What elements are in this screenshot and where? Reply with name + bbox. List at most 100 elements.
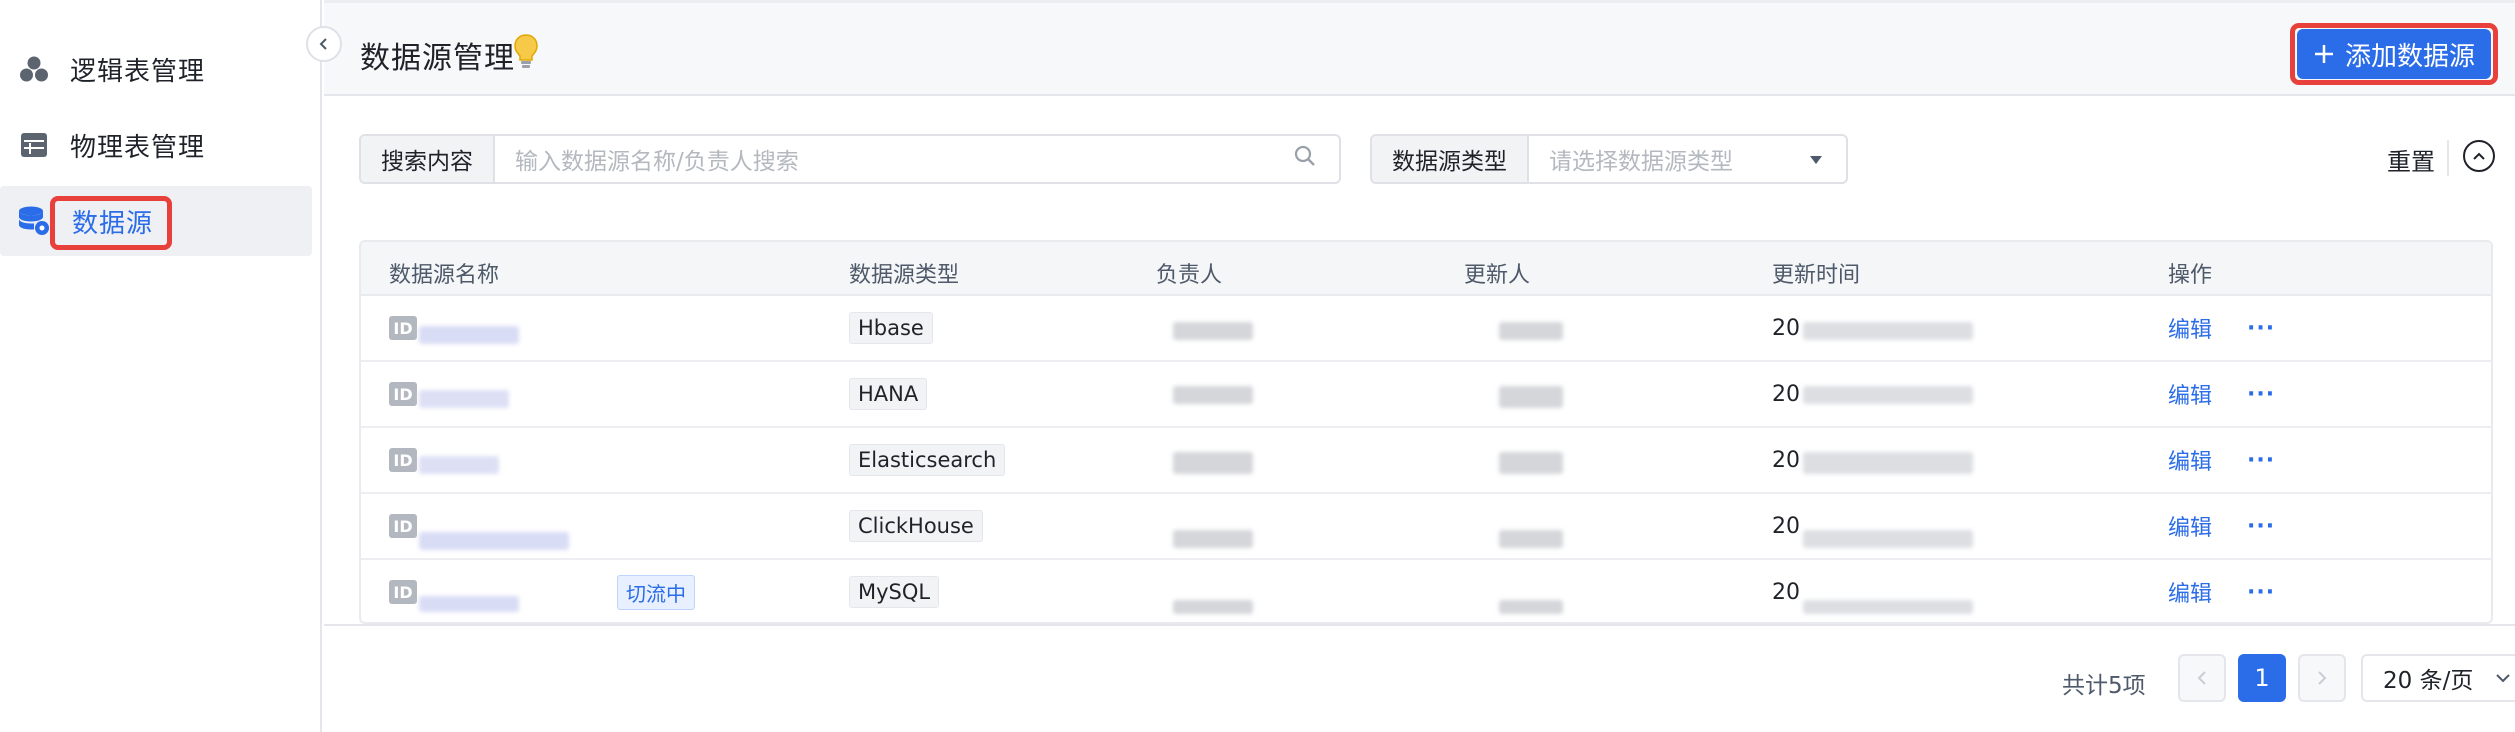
reset-button[interactable]: 重置	[2387, 142, 2435, 177]
caret-down-icon	[1808, 146, 1824, 172]
datasource-table: 数据源名称 数据源类型 负责人 更新人 更新时间 操作 ID Hbase 20 …	[359, 240, 2493, 624]
type-tag: ClickHouse	[849, 510, 983, 542]
table-icon	[16, 127, 52, 163]
type-label: 数据源类型	[1372, 136, 1529, 182]
redacted-updater	[1499, 600, 1563, 614]
type-tag: Elasticsearch	[849, 444, 1006, 476]
database-icon	[16, 203, 52, 239]
id-badge: ID	[389, 316, 417, 340]
type-placeholder: 请选择数据源类型	[1549, 149, 1733, 175]
redacted-name	[419, 532, 569, 550]
total-count: 共计5项	[2062, 673, 2146, 699]
table-row[interactable]: ID ClickHouse 20 编辑 ···	[361, 494, 2491, 560]
redacted-updater	[1499, 386, 1563, 408]
add-datasource-button[interactable]: 添加数据源	[2297, 29, 2491, 79]
sidebar-item-physical-tables[interactable]: 物理表管理	[0, 110, 312, 180]
table-row[interactable]: ID Elasticsearch 20 编辑 ···	[361, 428, 2491, 494]
table-row[interactable]: ID 切流中 MySQL 20 编辑 ···	[361, 560, 2491, 622]
update-time-prefix: 20	[1772, 579, 1800, 605]
highlight-box-datasource	[50, 196, 172, 250]
edit-link[interactable]: 编辑	[2168, 510, 2212, 542]
column-header-owner: 负责人	[1156, 263, 1223, 288]
edit-link[interactable]: 编辑	[2168, 576, 2212, 608]
sidebar-item-label: 逻辑表管理	[70, 56, 206, 87]
type-select[interactable]: 请选择数据源类型	[1529, 136, 1846, 182]
redacted-name	[419, 456, 499, 474]
chevron-down-icon	[2496, 674, 2510, 683]
type-tag: Hbase	[849, 312, 933, 344]
footer-divider	[324, 624, 2515, 626]
column-header-update-time: 更新时间	[1772, 263, 1861, 288]
edit-link[interactable]: 编辑	[2168, 312, 2212, 344]
more-actions-icon[interactable]: ···	[2247, 580, 2275, 605]
edit-link[interactable]: 编辑	[2168, 378, 2212, 410]
update-time-prefix: 20	[1772, 381, 1800, 407]
sidebar: 逻辑表管理 物理表管理 数据源	[0, 0, 322, 732]
page-title: 数据源管理	[360, 41, 515, 76]
redacted-owner	[1173, 386, 1253, 404]
more-actions-icon[interactable]: ···	[2247, 382, 2275, 407]
redacted-owner	[1173, 452, 1253, 474]
more-actions-icon[interactable]: ···	[2247, 316, 2275, 341]
update-time-prefix: 20	[1772, 513, 1800, 539]
page-size-select[interactable]: 20 条/页	[2361, 654, 2515, 702]
redacted-updater	[1499, 530, 1563, 548]
edit-link[interactable]: 编辑	[2168, 444, 2212, 476]
search-filter: 搜索内容 输入数据源名称/负责人搜索	[359, 134, 1341, 184]
more-actions-icon[interactable]: ···	[2247, 514, 2275, 539]
update-time-prefix: 20	[1772, 447, 1800, 473]
divider	[2447, 140, 2449, 176]
column-header-updater: 更新人	[1464, 263, 1531, 288]
update-time-prefix: 20	[1772, 315, 1800, 341]
lightbulb-icon[interactable]	[512, 33, 540, 75]
column-header-name: 数据源名称	[389, 263, 500, 288]
search-input[interactable]: 输入数据源名称/负责人搜索	[495, 136, 1339, 182]
switching-status-tag: 切流中	[617, 574, 695, 610]
redacted-updater	[1499, 452, 1563, 474]
redacted-owner	[1173, 530, 1253, 548]
cluster-icon	[16, 51, 52, 87]
redacted-name	[419, 326, 519, 344]
chevron-left-icon	[2197, 671, 2206, 685]
chevron-left-icon	[319, 38, 327, 50]
search-icon[interactable]	[1293, 144, 1317, 174]
type-tag: HANA	[849, 378, 928, 410]
page-header: 数据源管理 添加数据源	[324, 0, 2515, 96]
redacted-name	[419, 596, 519, 612]
sidebar-item-label: 物理表管理	[70, 132, 206, 163]
redacted-owner	[1173, 322, 1253, 340]
redacted-time	[1803, 386, 1973, 404]
column-header-actions: 操作	[2168, 263, 2213, 288]
page-number-current[interactable]: 1	[2238, 654, 2286, 702]
table-row[interactable]: ID HANA 20 编辑 ···	[361, 362, 2491, 428]
id-badge: ID	[389, 382, 417, 406]
id-badge: ID	[389, 448, 417, 472]
id-badge: ID	[389, 580, 417, 604]
more-actions-icon[interactable]: ···	[2247, 448, 2275, 473]
type-tag: MySQL	[849, 576, 940, 608]
search-placeholder: 输入数据源名称/负责人搜索	[515, 149, 799, 175]
add-button-label: 添加数据源	[2344, 41, 2475, 72]
type-filter: 数据源类型 请选择数据源类型	[1370, 134, 1848, 184]
redacted-name	[419, 390, 509, 408]
page-size-value: 20 条/页	[2383, 668, 2474, 694]
redacted-time	[1803, 530, 1973, 548]
sidebar-item-logical-tables[interactable]: 逻辑表管理	[0, 34, 312, 104]
redacted-owner	[1173, 600, 1253, 614]
collapse-sidebar-button[interactable]	[306, 26, 342, 62]
collapse-filter-button[interactable]	[2463, 140, 2495, 172]
column-header-type: 数据源类型	[849, 263, 960, 288]
redacted-time	[1803, 600, 1973, 614]
search-label: 搜索内容	[361, 136, 495, 182]
table-row[interactable]: ID Hbase 20 编辑 ···	[361, 296, 2491, 362]
chevron-right-icon	[2318, 671, 2327, 685]
redacted-time	[1803, 322, 1973, 340]
redacted-updater	[1499, 322, 1563, 340]
plus-icon	[2314, 45, 2333, 63]
table-header: 数据源名称 数据源类型 负责人 更新人 更新时间 操作	[361, 242, 2491, 296]
redacted-time	[1803, 452, 1973, 474]
prev-page-button[interactable]	[2178, 654, 2226, 702]
id-badge: ID	[389, 514, 417, 538]
next-page-button[interactable]	[2298, 654, 2346, 702]
chevron-up-icon	[2473, 152, 2485, 160]
